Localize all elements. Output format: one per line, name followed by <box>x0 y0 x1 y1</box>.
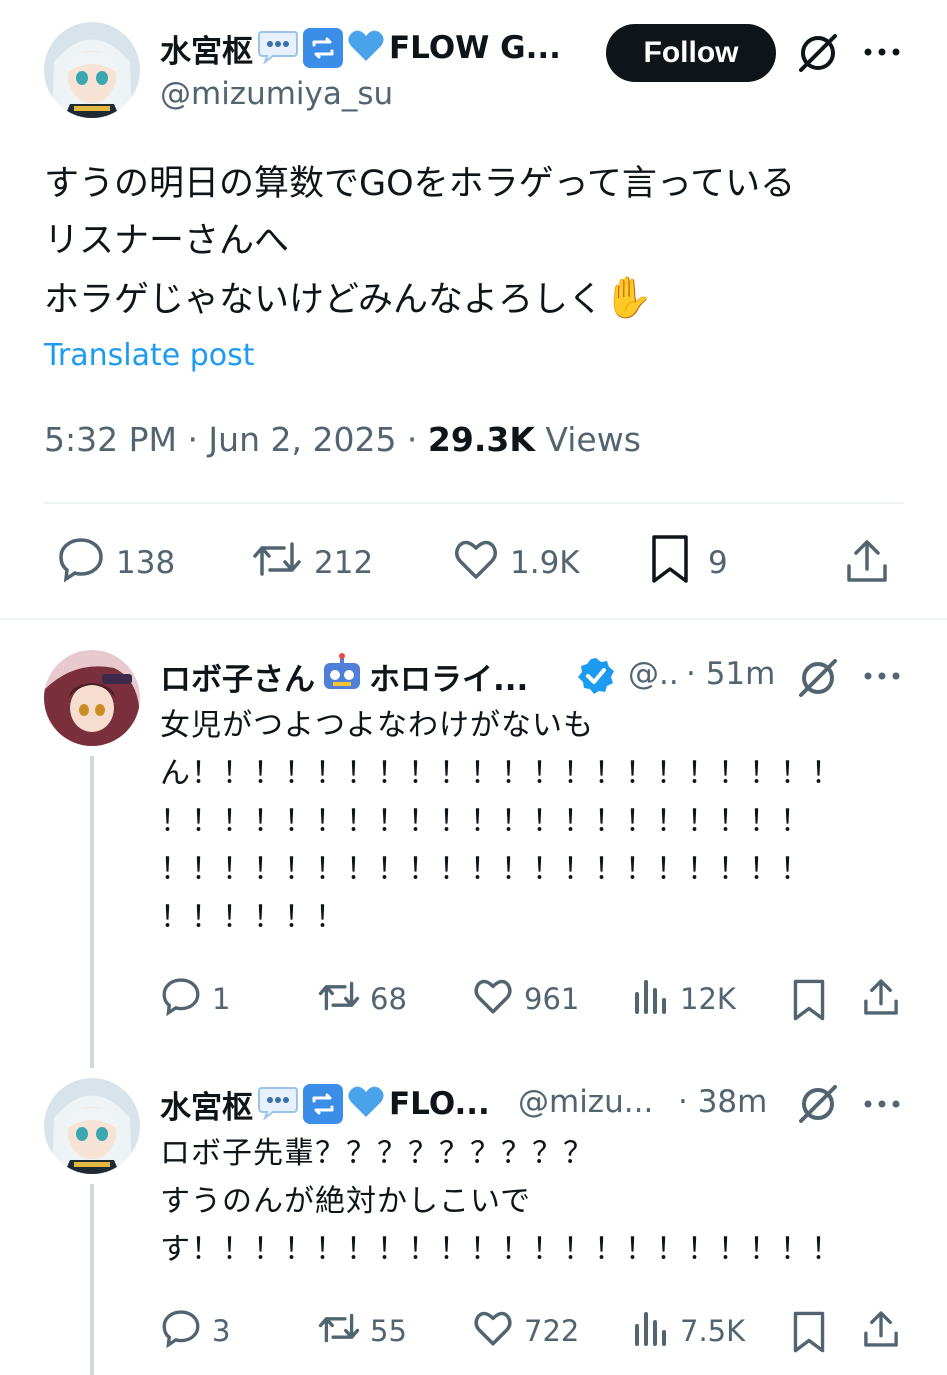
post-meta: 5:32 PM · Jun 2, 2025 · 29.3K Views <box>44 420 641 459</box>
reply-icon <box>56 534 106 592</box>
reply-author-name[interactable]: ロボ子さん <box>160 654 315 699</box>
verified-badge-icon <box>576 656 616 696</box>
repost-count: 212 <box>314 545 374 581</box>
reply-count: 1 <box>212 982 231 1016</box>
like-count: 961 <box>524 982 580 1016</box>
divider <box>44 502 904 504</box>
reply-author-name[interactable]: 水宮枢 <box>160 1082 253 1127</box>
like-icon <box>472 975 514 1024</box>
like-count: 722 <box>524 1314 580 1348</box>
avatar[interactable] <box>44 650 140 746</box>
post-timestamp[interactable]: 5:32 PM · Jun 2, 2025 · <box>44 420 428 459</box>
reply-icon <box>160 975 202 1024</box>
share-icon <box>860 1311 902 1354</box>
repeat-emoji <box>303 1084 343 1124</box>
author-name-row[interactable]: 水宮枢 FLOW G... <box>160 26 600 70</box>
bookmark-button[interactable] <box>790 1310 830 1354</box>
repost-icon <box>316 975 362 1024</box>
reply-icon <box>160 1307 202 1356</box>
grok-icon[interactable] <box>796 1082 840 1126</box>
reply-text: 女児がつよつよなわけがないも ん！！！！！！！！！！！！！！！！！！！！！ ！！… <box>160 708 842 935</box>
reply-text: ロボ子先輩？？？？？？？？？ すうのんが絶対かしこいで す！！！！！！！！！！！… <box>160 1136 842 1267</box>
more-icon[interactable] <box>862 1092 902 1116</box>
grok-icon[interactable] <box>795 30 841 76</box>
repeat-emoji <box>303 28 343 68</box>
bookmark-button[interactable] <box>790 978 830 1022</box>
like-icon <box>452 535 500 591</box>
robot-emoji <box>319 653 365 699</box>
speech-balloon-emoji <box>257 28 299 68</box>
translate-post-link[interactable]: Translate post <box>44 338 255 373</box>
views-count: 29.3K <box>427 420 535 459</box>
reply-time[interactable]: · 51m <box>686 656 775 692</box>
thread-line <box>90 756 94 1068</box>
avatar[interactable] <box>44 22 140 118</box>
share-button[interactable] <box>860 1308 904 1352</box>
thread-line <box>90 1184 94 1375</box>
like-button[interactable]: 722 <box>472 1308 579 1354</box>
views-count: 12K <box>680 982 736 1016</box>
reply-author-row[interactable]: ロボ子さん ホロライ... <box>160 652 580 700</box>
post-text-body: すうの明日の算数でGOをホラゲって言っている リスナーさんへ ホラゲじゃないけど… <box>44 164 796 320</box>
reply-count: 138 <box>116 545 176 581</box>
like-icon <box>472 1307 514 1356</box>
share-icon <box>842 540 892 590</box>
repost-icon <box>250 534 304 592</box>
like-button[interactable]: 961 <box>472 976 579 1022</box>
raised-hand-emoji: ✋ <box>602 275 653 321</box>
views-icon <box>632 976 670 1023</box>
repost-icon <box>316 1307 362 1356</box>
author-name-tail[interactable]: FLOW G... <box>389 30 561 66</box>
avatar[interactable] <box>44 1078 140 1174</box>
post-text: すうの明日の算数でGOをホラゲって言っている リスナーさんへ ホラゲじゃないけど… <box>44 156 924 329</box>
blue-heart-emoji <box>347 28 385 68</box>
share-icon <box>860 979 902 1022</box>
grok-icon[interactable] <box>796 656 840 700</box>
bookmark-icon <box>790 1311 828 1358</box>
reply-author-row[interactable]: 水宮枢 FLO... <box>160 1080 510 1128</box>
repost-button[interactable]: 55 <box>316 1308 407 1354</box>
reply-handle[interactable]: @mizu... <box>518 1084 653 1120</box>
more-icon[interactable] <box>862 664 902 688</box>
reply-count: 3 <box>212 1314 231 1348</box>
divider <box>0 618 947 620</box>
reply-author-name-tail[interactable]: ホロライ... <box>369 654 528 699</box>
author-handle[interactable]: @mizumiya_su <box>160 76 393 112</box>
reply-handle[interactable]: @.. <box>628 656 679 692</box>
speech-balloon-emoji <box>257 1084 299 1124</box>
follow-button[interactable]: Follow <box>606 24 776 82</box>
like-count: 1.9K <box>510 545 580 581</box>
reply-button[interactable]: 138 <box>56 536 175 590</box>
bookmark-icon <box>790 979 828 1026</box>
repost-count: 55 <box>370 1314 407 1348</box>
views-count: 7.5K <box>680 1314 746 1348</box>
bookmark-icon <box>648 533 692 593</box>
share-button[interactable] <box>842 536 892 586</box>
blue-heart-emoji <box>347 1084 385 1124</box>
repost-button[interactable]: 68 <box>316 976 407 1022</box>
share-button[interactable] <box>860 976 904 1020</box>
views-button[interactable]: 12K <box>632 976 736 1022</box>
reply-button[interactable]: 3 <box>160 1308 230 1354</box>
like-button[interactable]: 1.9K <box>452 536 580 590</box>
views-label: Views <box>534 420 641 459</box>
reply-time[interactable]: · 38m <box>678 1084 767 1120</box>
bookmark-button[interactable]: 9 <box>648 533 728 593</box>
reply-author-name-tail[interactable]: FLO... <box>389 1086 490 1122</box>
more-icon[interactable] <box>862 40 902 64</box>
views-button[interactable]: 7.5K <box>632 1308 745 1354</box>
repost-count: 68 <box>370 982 407 1016</box>
bookmark-count: 9 <box>708 545 728 581</box>
repost-button[interactable]: 212 <box>250 536 373 590</box>
author-name[interactable]: 水宮枢 <box>160 26 253 71</box>
reply-button[interactable]: 1 <box>160 976 230 1022</box>
views-icon <box>632 1308 670 1355</box>
